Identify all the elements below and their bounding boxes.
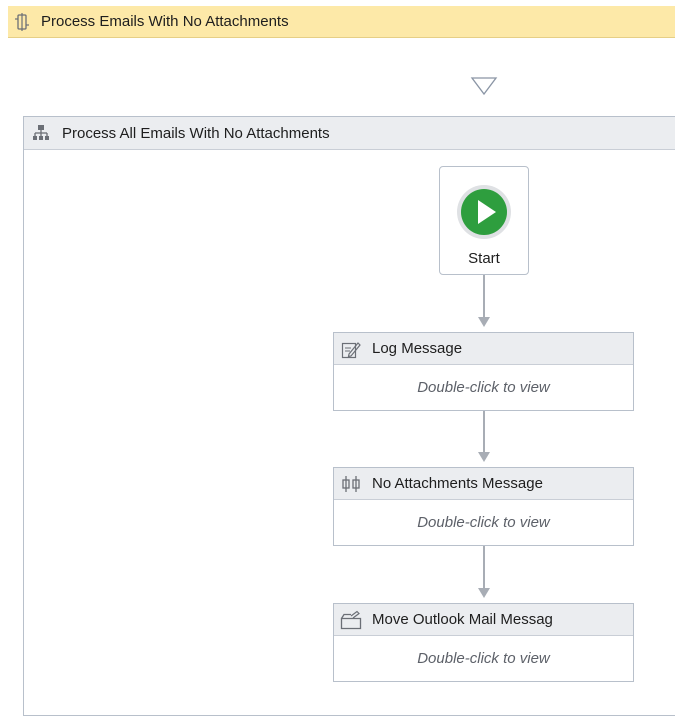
- connector-log-to-no-attachments: [483, 410, 485, 453]
- flowchart-icon: [30, 122, 52, 144]
- connector-start-to-log: [483, 275, 485, 318]
- play-icon: [456, 184, 512, 240]
- activity-hint: Double-click to view: [417, 514, 550, 531]
- activity-move-outlook-mail-message[interactable]: Move Outlook Mail Messag Double-click to…: [333, 603, 634, 682]
- assign-icon: [340, 473, 362, 495]
- activity-title: Log Message: [372, 340, 463, 357]
- start-label: Start: [468, 250, 500, 267]
- flowchart-title: Process All Emails With No Attachments: [62, 124, 330, 142]
- sequence-title: Process Emails With No Attachments: [41, 13, 289, 30]
- sequence-header[interactable]: Process Emails With No Attachments: [8, 6, 675, 38]
- activity-header[interactable]: Log Message: [334, 333, 633, 365]
- sequence-icon: [11, 11, 33, 33]
- activity-header[interactable]: Move Outlook Mail Messag: [334, 604, 633, 636]
- activity-header[interactable]: No Attachments Message: [334, 468, 633, 500]
- flowchart-header[interactable]: Process All Emails With No Attachments: [24, 117, 675, 150]
- activity-no-attachments-message[interactable]: No Attachments Message Double-click to v…: [333, 467, 634, 546]
- arrow-head: [478, 452, 490, 462]
- activity-title: Move Outlook Mail Messag: [372, 611, 553, 628]
- drop-target-icon[interactable]: [470, 76, 498, 100]
- connector-no-attachments-to-move: [483, 545, 485, 589]
- arrow-head: [478, 317, 490, 327]
- activity-hint: Double-click to view: [417, 650, 550, 667]
- start-node[interactable]: Start: [439, 166, 529, 275]
- activity-log-message[interactable]: Log Message Double-click to view: [333, 332, 634, 411]
- activity-hint: Double-click to view: [417, 379, 550, 396]
- move-mail-icon: [340, 609, 362, 631]
- arrow-head: [478, 588, 490, 598]
- log-message-icon: [340, 338, 362, 360]
- activity-title: No Attachments Message: [372, 475, 543, 492]
